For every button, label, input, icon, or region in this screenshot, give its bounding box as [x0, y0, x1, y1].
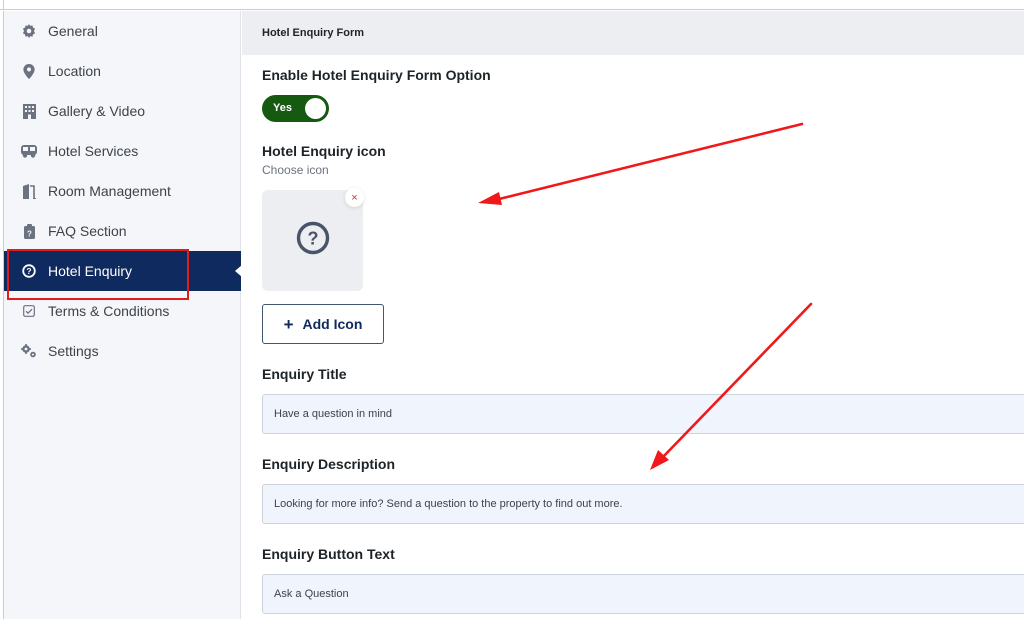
plus-icon: + [283, 314, 294, 334]
sidebar-item-hotel-services[interactable]: Hotel Services [4, 131, 241, 171]
enquiry-title-label: Enquiry Title [262, 366, 347, 382]
add-icon-button[interactable]: + Add Icon [262, 304, 384, 344]
enquiry-title-input[interactable] [262, 394, 1024, 434]
enquiry-icon-label: Hotel Enquiry icon [262, 143, 386, 159]
question-circle-icon: ? [21, 263, 37, 279]
enquiry-description-label: Enquiry Description [262, 456, 396, 472]
top-bar [0, 0, 1024, 10]
remove-icon-button[interactable]: × [345, 188, 364, 207]
sidebar-item-room-management[interactable]: Room Management [4, 171, 241, 211]
checkbox-icon [21, 303, 37, 319]
enquiry-button-text-input[interactable] [262, 574, 1024, 614]
building-icon [21, 103, 37, 119]
sidebar-item-label: Hotel Services [48, 143, 139, 159]
sidebar-item-general[interactable]: General [4, 11, 241, 51]
clipboard-question-icon: ? [21, 223, 37, 239]
bus-icon [21, 143, 37, 159]
add-icon-button-label: Add Icon [302, 316, 363, 332]
sidebar-item-label: Location [48, 63, 101, 79]
sidebar-item-settings[interactable]: Settings [4, 331, 241, 371]
question-circle-icon: ? [296, 221, 330, 260]
sidebar-item-label: FAQ Section [48, 223, 127, 239]
sidebar-item-location[interactable]: Location [4, 51, 241, 91]
sidebar-item-label: General [48, 23, 98, 39]
toggle-label: Yes [273, 102, 292, 114]
sidebar-item-faq-section[interactable]: ? FAQ Section [4, 211, 241, 251]
icon-preview[interactable]: ? [262, 190, 363, 291]
sidebar-item-hotel-enquiry[interactable]: ? Hotel Enquiry [4, 251, 242, 291]
toggle-knob [305, 98, 326, 119]
sidebar-item-label: Hotel Enquiry [48, 263, 133, 279]
enquiry-description-input[interactable] [262, 484, 1024, 524]
enable-enquiry-toggle[interactable]: Yes [262, 95, 329, 122]
sidebar-item-label: Terms & Conditions [48, 303, 170, 319]
sidebar-item-terms-conditions[interactable]: Terms & Conditions [4, 291, 241, 331]
door-icon [21, 183, 37, 199]
svg-text:?: ? [307, 229, 318, 249]
gears-icon [21, 343, 37, 359]
sidebar-item-label: Gallery & Video [48, 103, 146, 119]
enquiry-icon-sublabel: Choose icon [262, 163, 329, 177]
section-header: Hotel Enquiry Form [242, 11, 1024, 55]
svg-text:?: ? [26, 266, 31, 276]
svg-text:?: ? [27, 229, 32, 238]
map-pin-icon [21, 63, 37, 79]
main-content: Hotel Enquiry Form Enable Hotel Enquiry … [242, 11, 1024, 619]
sidebar-item-label: Room Management [48, 183, 171, 199]
sidebar-item-gallery-video[interactable]: Gallery & Video [4, 91, 241, 131]
enable-option-label: Enable Hotel Enquiry Form Option [262, 67, 491, 83]
sidebar-item-label: Settings [48, 343, 99, 359]
sidebar: General Location Gallery & Video Hotel S… [3, 11, 242, 619]
gear-icon [21, 23, 37, 39]
enquiry-button-text-label: Enquiry Button Text [262, 546, 395, 562]
